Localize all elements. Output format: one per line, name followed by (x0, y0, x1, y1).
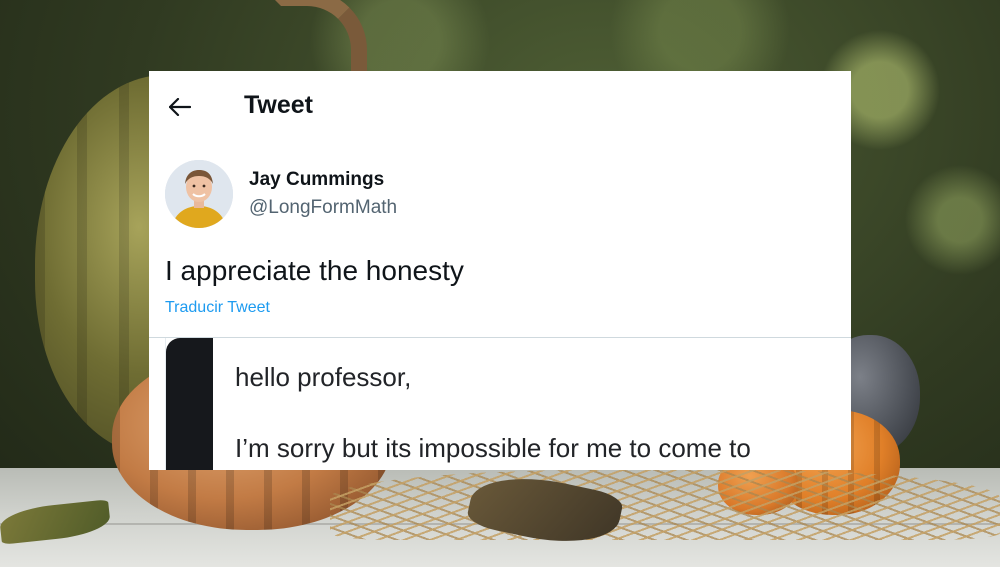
screenshot-image: hello professor, I’m sorry but its impos… (165, 338, 851, 470)
translate-tweet-link[interactable]: Traducir Tweet (165, 299, 270, 317)
author-handle[interactable]: @LongFormMath (249, 197, 397, 219)
user-photo (165, 160, 233, 228)
arrow-left-icon (169, 98, 191, 116)
tweet-text: I appreciate the honesty (165, 255, 464, 286)
media-text-line: hello professor, (235, 362, 412, 392)
avatar[interactable] (165, 160, 233, 228)
page-title: Tweet (244, 91, 313, 119)
dark-sidebar-strip (166, 338, 213, 470)
straw (330, 470, 1000, 540)
media-text-line: I’m sorry but its impossible for me to c… (235, 433, 751, 463)
tweet-card: Tweet Jay Cummings @LongFormMath I appre… (149, 71, 851, 470)
tweet-media-image[interactable]: hello professor, I’m sorry but its impos… (149, 337, 851, 470)
back-button[interactable] (167, 95, 193, 119)
author-name[interactable]: Jay Cummings (249, 169, 384, 191)
